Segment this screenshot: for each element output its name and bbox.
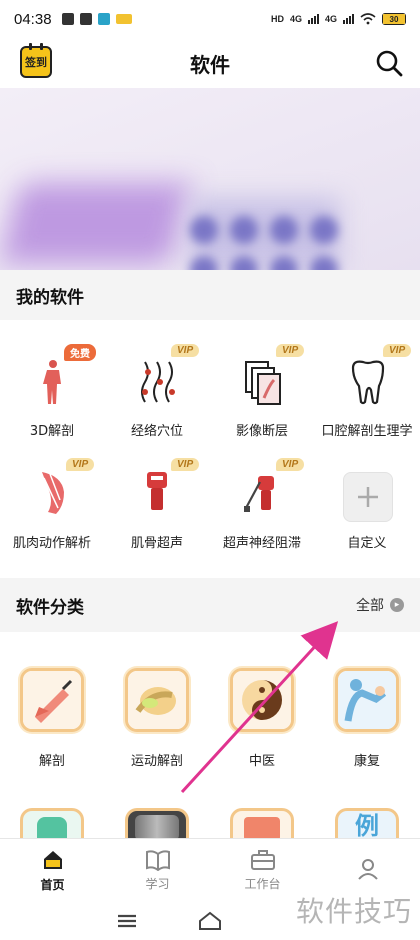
category-tile-anatomy[interactable]: 解剖	[0, 668, 105, 778]
app-notification-icon	[97, 13, 110, 25]
nav-learn[interactable]: 学习	[105, 839, 210, 902]
view-all-label: 全部	[356, 598, 384, 614]
category-tile-partial[interactable]	[230, 808, 294, 838]
category-tile-partial[interactable]	[125, 808, 189, 838]
promo-banner[interactable]	[0, 88, 420, 270]
my-software-header: 我的软件	[0, 270, 420, 320]
tile-label: 经络穴位	[130, 424, 183, 439]
section-title: 软件分类	[16, 597, 84, 618]
nav-label: 首页	[40, 878, 65, 892]
app-notification-icon	[61, 13, 74, 25]
checkin-label: 签到	[25, 56, 47, 69]
human-body-icon	[43, 360, 61, 404]
joint-icon	[125, 668, 189, 732]
ultrasound-probe-icon	[147, 472, 167, 510]
tile-label: 3D解剖	[29, 424, 75, 439]
wifi-icon	[360, 13, 376, 25]
software-tile-3d-anatomy[interactable]: 免费 3D解剖	[0, 344, 105, 444]
meridian-icon	[141, 361, 175, 403]
tile-label: 解剖	[38, 754, 65, 769]
rehab-icon	[335, 668, 399, 732]
home-button-icon[interactable]	[198, 911, 222, 931]
add-icon[interactable]	[343, 472, 393, 522]
checkin-button[interactable]: 签到	[20, 43, 52, 78]
chevron-right-icon: ▸	[390, 598, 404, 612]
vip-badge: VIP	[276, 344, 305, 357]
software-tile-nerve-block[interactable]: VIP 超声神经阻滞	[210, 458, 315, 558]
person-icon	[357, 858, 378, 880]
home-icon	[43, 851, 62, 869]
tile-label: 肌骨超声	[130, 536, 183, 551]
software-tile-oral[interactable]: VIP 口腔解剖生理学	[315, 344, 420, 444]
software-tile-muscle-action[interactable]: VIP 肌肉动作解析	[0, 458, 105, 558]
nerve-block-icon	[244, 476, 274, 512]
signal-icon: 4G	[289, 14, 302, 24]
vip-badge: VIP	[383, 344, 412, 357]
software-tile-msk-ultrasound[interactable]: VIP 肌骨超声	[105, 458, 210, 558]
imaging-slices-icon	[245, 361, 281, 405]
tile-label: 超声神经阻滞	[222, 536, 301, 551]
vip-badge: VIP	[276, 458, 305, 471]
watermark: 软件技巧	[295, 895, 412, 928]
category-grid: 解剖 运动解剖 中医 康复 例	[0, 632, 420, 838]
tooth-icon	[351, 360, 385, 405]
status-indicators: HD 4G 4G 30	[271, 13, 406, 25]
categories-header: 软件分类 全部 ▸	[0, 580, 420, 630]
hd-icon: HD	[270, 14, 284, 24]
status-bar: 04:38 HD 4G 4G 30	[0, 0, 420, 38]
software-tile-meridian[interactable]: VIP 经络穴位	[105, 344, 210, 444]
category-tile-partial[interactable]: 例	[335, 808, 399, 838]
tile-label: 中医	[248, 754, 275, 769]
tile-label: 康复	[353, 754, 380, 769]
nav-home[interactable]: 首页	[0, 839, 105, 902]
category-tile-tcm[interactable]: 中医	[210, 668, 315, 778]
software-tile-custom[interactable]: 自定义	[315, 458, 420, 558]
edit-icon	[244, 817, 280, 838]
vip-badge: VIP	[66, 458, 95, 471]
nav-label: 工作台	[244, 877, 281, 891]
muscle-icon	[42, 472, 64, 514]
nav-label: 学习	[145, 877, 170, 891]
my-software-grid: 免费 3D解剖 VIP 经络穴位 VIP 影像断层 VIP 口腔解剖生理学 VI…	[0, 320, 420, 578]
tile-label: 自定义	[347, 536, 387, 551]
tile-label: 影像断层	[235, 424, 288, 439]
category-tile-sports-anatomy[interactable]: 运动解剖	[105, 668, 210, 778]
book-icon	[145, 850, 170, 871]
category-tile-partial[interactable]	[20, 808, 84, 838]
view-all-link[interactable]: 全部 ▸	[356, 595, 404, 615]
briefcase-icon	[250, 850, 275, 870]
page-title: 软件	[190, 52, 230, 77]
app-header: 签到 软件	[0, 38, 420, 88]
tile-label: 运动解剖	[130, 754, 183, 769]
section-title: 我的软件	[16, 287, 84, 308]
scalpel-icon	[20, 668, 84, 732]
free-badge: 免费	[64, 344, 96, 361]
signal-icon: 4G	[324, 14, 337, 24]
menu-icon[interactable]	[116, 913, 138, 929]
vip-badge: VIP	[171, 458, 200, 471]
app-notification-icon	[115, 14, 132, 24]
tile-label: 口腔解剖生理学	[321, 424, 413, 439]
category-tile-rehab[interactable]: 康复	[315, 668, 420, 778]
software-tile-imaging[interactable]: VIP 影像断层	[210, 344, 315, 444]
battery-icon: 30	[382, 13, 406, 25]
notification-icons	[61, 13, 132, 25]
lock-icon	[79, 13, 92, 25]
search-icon[interactable]	[374, 48, 404, 78]
status-time: 04:38	[14, 10, 52, 28]
xray-icon	[135, 815, 179, 838]
vip-badge: VIP	[171, 344, 200, 357]
yin-yang-icon	[230, 668, 294, 732]
example-glyph: 例	[355, 812, 379, 838]
tile-label: 肌肉动作解析	[12, 536, 91, 551]
tooth-icon	[37, 817, 67, 838]
